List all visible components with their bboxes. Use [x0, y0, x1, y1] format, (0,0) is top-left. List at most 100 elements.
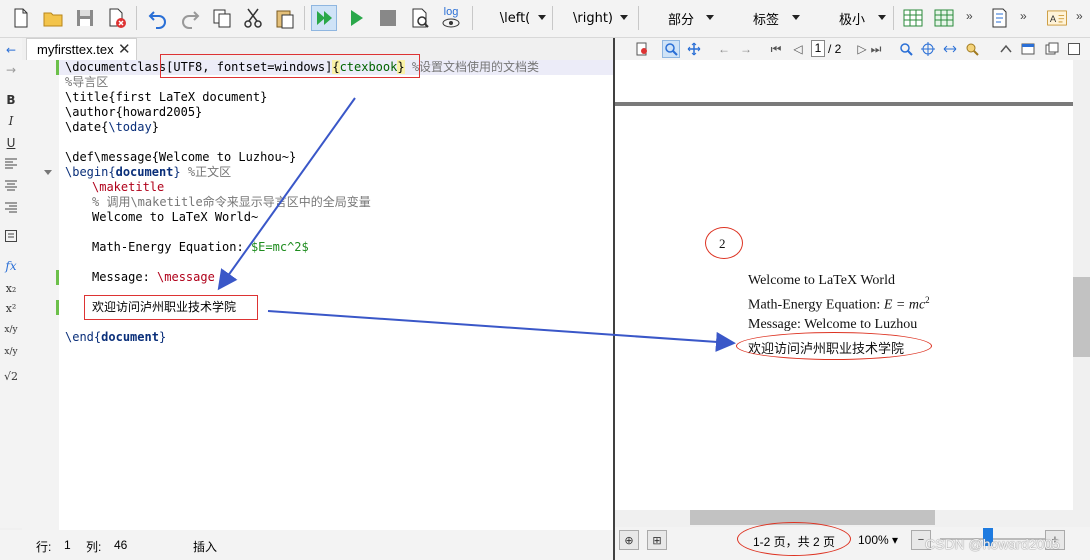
- code-line-4: \author{howard2005}: [65, 105, 202, 120]
- new-file-icon[interactable]: [8, 5, 34, 31]
- view-pdf-icon[interactable]: [407, 5, 433, 31]
- code-editor[interactable]: \documentclass[UTF8, fontset=windows]{ct…: [22, 54, 613, 530]
- annotation-oval-chinese: [736, 332, 932, 360]
- subscript-button[interactable]: x₂: [0, 278, 22, 298]
- font-style-icon[interactable]: A: [1042, 5, 1072, 31]
- code-line-15: Message: \message: [92, 270, 215, 285]
- math-function-button[interactable]: fx: [0, 256, 22, 276]
- save-icon[interactable]: [72, 5, 98, 31]
- code-token: \documentclass: [65, 60, 167, 74]
- left-delimiter-dropdown[interactable]: \left(: [484, 7, 546, 29]
- pdf-line-message: Message: Welcome to Luzhou: [748, 317, 918, 332]
- table-icon[interactable]: [900, 5, 926, 31]
- right-delimiter-dropdown[interactable]: \right): [558, 7, 628, 29]
- zoom-in-icon[interactable]: [897, 40, 915, 58]
- fraction-button[interactable]: x/y: [0, 320, 22, 340]
- paste-icon[interactable]: [272, 5, 298, 31]
- font-size-dropdown[interactable]: 极小: [818, 7, 886, 29]
- stop-compile-icon[interactable]: [375, 5, 401, 31]
- pdf-line-welcome: Welcome to LaTeX World: [748, 273, 895, 288]
- back-arrow-icon[interactable]: ←: [0, 40, 22, 60]
- chevron-down-icon: [538, 15, 546, 20]
- zoom-fit-icon[interactable]: [963, 40, 981, 58]
- forward-arrow-icon[interactable]: →: [0, 60, 22, 80]
- section-dropdown[interactable]: 部分: [648, 7, 714, 29]
- embed-viewer-icon[interactable]: [1043, 40, 1061, 58]
- italic-button[interactable]: I: [0, 111, 22, 131]
- texstudio-window: log \left( \right) 部分 标签 极小 » » A » ← → …: [0, 0, 1090, 560]
- pan-icon[interactable]: [685, 40, 703, 58]
- cut-icon[interactable]: [240, 5, 266, 31]
- row-label: 行:: [36, 540, 52, 554]
- prev-page-icon[interactable]: ◁: [789, 40, 807, 58]
- close-viewer-icon[interactable]: [1065, 40, 1083, 58]
- bold-button[interactable]: B: [0, 90, 22, 110]
- toolbar-separator: [304, 6, 305, 30]
- toolbar-overflow-icon[interactable]: »: [1076, 9, 1083, 23]
- back-arrow-icon[interactable]: ←: [715, 40, 733, 58]
- code-token: {Welcome to Luzhou~}: [151, 150, 297, 164]
- scroll-thumb[interactable]: [1073, 277, 1090, 357]
- magnifier-icon[interactable]: [662, 40, 680, 58]
- code-token: {howard2005}: [115, 105, 203, 119]
- sync-icon[interactable]: [633, 40, 651, 58]
- superscript-label: x²: [5, 301, 17, 315]
- pdf-horizontal-scrollbar[interactable]: [615, 510, 1073, 527]
- underline-button[interactable]: U: [0, 133, 22, 153]
- italic-label: I: [8, 114, 14, 128]
- fold-chevron-icon[interactable]: [44, 170, 52, 175]
- view-log-icon[interactable]: log: [438, 5, 464, 31]
- tab-myfirsttex[interactable]: myfirsttex.tex ✕: [26, 38, 137, 60]
- redo-icon[interactable]: [177, 5, 203, 31]
- scroll-up-icon[interactable]: [997, 40, 1015, 58]
- page-number-input[interactable]: 1: [811, 40, 825, 57]
- toolbar-separator: [552, 6, 553, 30]
- col-label: 列:: [86, 540, 102, 554]
- align-right-icon[interactable]: [0, 198, 22, 218]
- code-line-13: Math-Energy Equation: $E=mc^2$: [92, 240, 309, 255]
- forward-arrow-icon[interactable]: →: [737, 40, 755, 58]
- newline-icon[interactable]: [0, 226, 22, 246]
- close-file-icon[interactable]: [104, 5, 130, 31]
- fit-width-icon[interactable]: [941, 40, 959, 58]
- toolbar-overflow-icon[interactable]: »: [966, 9, 973, 23]
- code-line-9: \maketitle: [92, 180, 165, 194]
- zoom-value: 100%: [858, 533, 889, 547]
- undo-icon[interactable]: [145, 5, 171, 31]
- open-folder-icon[interactable]: [40, 5, 66, 31]
- window-icon[interactable]: [1019, 40, 1037, 58]
- label-dropdown[interactable]: 标签: [732, 7, 800, 29]
- copy-icon[interactable]: [209, 5, 235, 31]
- pdf-viewer-toolbar: ← → ⏮ ◁ ▷ ⏭: [615, 38, 1090, 60]
- table-edit-icon[interactable]: [931, 5, 957, 31]
- toolbar-overflow-icon[interactable]: »: [1020, 9, 1027, 23]
- insert-mode[interactable]: 插入: [193, 538, 217, 555]
- sqrt-button[interactable]: √2: [0, 366, 22, 386]
- row-value: 1: [64, 538, 71, 552]
- chevron-down-icon: [706, 15, 714, 20]
- code-token: \def\message: [65, 150, 152, 164]
- align-center-icon[interactable]: [0, 176, 22, 196]
- last-page-icon[interactable]: ⏭: [867, 40, 885, 58]
- compile-icon[interactable]: [343, 5, 369, 31]
- toggle-outline-icon[interactable]: ⊕: [619, 530, 639, 550]
- align-left-icon[interactable]: [0, 154, 22, 174]
- pdf-page-view[interactable]: 2 Welcome to LaTeX World Math-Energy Equ…: [615, 60, 1073, 510]
- superscript-button[interactable]: x²: [0, 298, 22, 318]
- structure-icon[interactable]: [986, 5, 1012, 31]
- pdf-vertical-scrollbar[interactable]: [1073, 60, 1090, 510]
- code-token: }: [173, 165, 181, 179]
- code-token: \today: [108, 120, 152, 134]
- fit-icon[interactable]: [919, 40, 937, 58]
- fx-label: fx: [5, 259, 17, 273]
- zoom-dropdown[interactable]: 100% ▾: [858, 533, 898, 547]
- first-page-icon[interactable]: ⏮: [767, 40, 785, 58]
- build-and-view-icon[interactable]: [311, 5, 337, 31]
- code-line-7: \def\message{Welcome to Luzhou~}: [65, 150, 296, 165]
- pdf-line-equation: Math-Energy Equation: E = mc2: [748, 295, 930, 314]
- dfrac-button[interactable]: x/y: [0, 342, 22, 362]
- close-icon[interactable]: ✕: [118, 39, 131, 60]
- toggle-thumbnails-icon[interactable]: ⊞: [647, 530, 667, 550]
- toolbar-separator: [136, 6, 137, 30]
- code-line-19: \end{document}: [65, 330, 166, 345]
